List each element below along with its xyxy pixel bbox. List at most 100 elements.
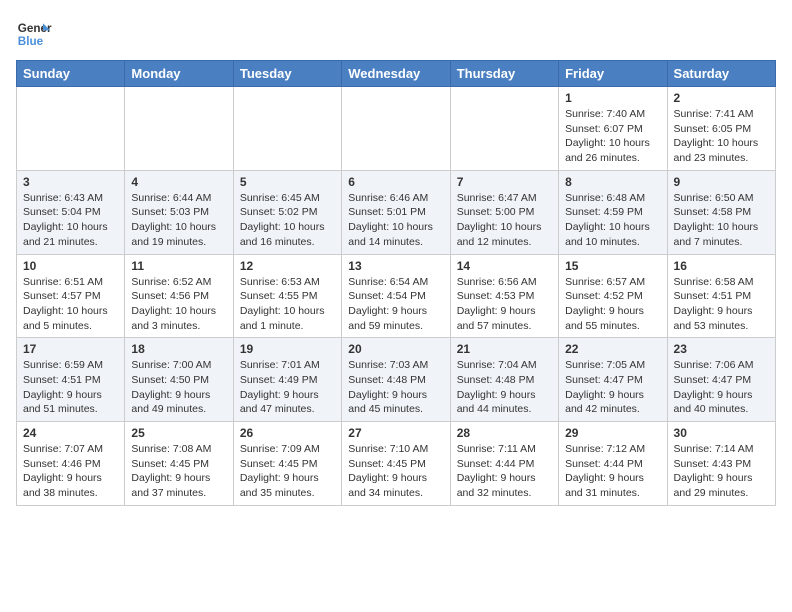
calendar-cell: 6 Sunrise: 6:46 AM Sunset: 5:01 PM Daylig… <box>342 170 450 254</box>
day-info: Sunrise: 7:03 AM Sunset: 4:48 PM Dayligh… <box>348 358 443 417</box>
calendar-cell: 19 Sunrise: 7:01 AM Sunset: 4:49 PM Dayli… <box>233 338 341 422</box>
day-header-wednesday: Wednesday <box>342 61 450 87</box>
day-number: 16 <box>674 259 769 273</box>
day-number: 20 <box>348 342 443 356</box>
calendar-week-2: 3 Sunrise: 6:43 AM Sunset: 5:04 PM Daylig… <box>17 170 776 254</box>
day-info: Sunrise: 7:12 AM Sunset: 4:44 PM Dayligh… <box>565 442 660 501</box>
calendar-cell <box>17 87 125 171</box>
calendar-cell: 5Sunrise: 6:45 AM Sunset: 5:02 PM Daylig… <box>233 170 341 254</box>
day-header-friday: Friday <box>559 61 667 87</box>
calendar-cell: 22Sunrise: 7:05 AM Sunset: 4:47 PM Dayli… <box>559 338 667 422</box>
calendar-cell: 12Sunrise: 6:53 AM Sunset: 4:55 PM Dayli… <box>233 254 341 338</box>
day-number: 25 <box>131 426 226 440</box>
day-info: Sunrise: 7:07 AM Sunset: 4:46 PM Dayligh… <box>23 442 118 501</box>
calendar-cell: 27Sunrise: 7:10 AM Sunset: 4:45 PM Dayli… <box>342 422 450 506</box>
calendar-cell: 4 Sunrise: 6:44 AM Sunset: 5:03 PM Daylig… <box>125 170 233 254</box>
day-info: Sunrise: 7:14 AM Sunset: 4:43 PM Dayligh… <box>674 442 769 501</box>
day-header-monday: Monday <box>125 61 233 87</box>
calendar-cell: 17 Sunrise: 6:59 AM Sunset: 4:51 PM Dayli… <box>17 338 125 422</box>
calendar-cell: 26Sunrise: 7:09 AM Sunset: 4:45 PM Dayli… <box>233 422 341 506</box>
day-number: 13 <box>348 259 443 273</box>
day-number: 21 <box>457 342 552 356</box>
calendar-cell: 25 Sunrise: 7:08 AM Sunset: 4:45 PM Dayli… <box>125 422 233 506</box>
calendar-week-1: 1 Sunrise: 7:40 AM Sunset: 6:07 PM Daylig… <box>17 87 776 171</box>
day-info: Sunrise: 6:44 AM Sunset: 5:03 PM Dayligh… <box>131 191 226 250</box>
day-info: Sunrise: 7:10 AM Sunset: 4:45 PM Dayligh… <box>348 442 443 501</box>
day-info: Sunrise: 7:06 AM Sunset: 4:47 PM Dayligh… <box>674 358 769 417</box>
calendar-cell: 7 Sunrise: 6:47 AM Sunset: 5:00 PM Daylig… <box>450 170 558 254</box>
calendar-cell: 16 Sunrise: 6:58 AM Sunset: 4:51 PM Dayli… <box>667 254 775 338</box>
day-number: 24 <box>23 426 118 440</box>
calendar-cell: 15 Sunrise: 6:57 AM Sunset: 4:52 PM Dayli… <box>559 254 667 338</box>
day-header-thursday: Thursday <box>450 61 558 87</box>
day-info: Sunrise: 6:53 AM Sunset: 4:55 PM Dayligh… <box>240 275 335 334</box>
day-header-sunday: Sunday <box>17 61 125 87</box>
calendar-week-3: 10 Sunrise: 6:51 AM Sunset: 4:57 PM Dayli… <box>17 254 776 338</box>
calendar-cell: 3 Sunrise: 6:43 AM Sunset: 5:04 PM Daylig… <box>17 170 125 254</box>
day-info: Sunrise: 6:56 AM Sunset: 4:53 PM Dayligh… <box>457 275 552 334</box>
day-info: Sunrise: 7:41 AM Sunset: 6:05 PM Dayligh… <box>674 107 769 166</box>
day-info: Sunrise: 6:52 AM Sunset: 4:56 PM Dayligh… <box>131 275 226 334</box>
calendar-cell: 23 Sunrise: 7:06 AM Sunset: 4:47 PM Dayli… <box>667 338 775 422</box>
day-number: 15 <box>565 259 660 273</box>
day-number: 10 <box>23 259 118 273</box>
calendar-week-5: 24 Sunrise: 7:07 AM Sunset: 4:46 PM Dayli… <box>17 422 776 506</box>
day-number: 19 <box>240 342 335 356</box>
day-number: 30 <box>674 426 769 440</box>
day-number: 11 <box>131 259 226 273</box>
calendar-cell: 20 Sunrise: 7:03 AM Sunset: 4:48 PM Dayli… <box>342 338 450 422</box>
calendar-cell: 8 Sunrise: 6:48 AM Sunset: 4:59 PM Daylig… <box>559 170 667 254</box>
day-info: Sunrise: 6:59 AM Sunset: 4:51 PM Dayligh… <box>23 358 118 417</box>
day-info: Sunrise: 6:54 AM Sunset: 4:54 PM Dayligh… <box>348 275 443 334</box>
calendar-cell <box>233 87 341 171</box>
day-info: Sunrise: 6:47 AM Sunset: 5:00 PM Dayligh… <box>457 191 552 250</box>
day-info: Sunrise: 6:48 AM Sunset: 4:59 PM Dayligh… <box>565 191 660 250</box>
day-info: Sunrise: 7:00 AM Sunset: 4:50 PM Dayligh… <box>131 358 226 417</box>
day-info: Sunrise: 7:01 AM Sunset: 4:49 PM Dayligh… <box>240 358 335 417</box>
calendar-cell: 10 Sunrise: 6:51 AM Sunset: 4:57 PM Dayli… <box>17 254 125 338</box>
calendar-cell: 9 Sunrise: 6:50 AM Sunset: 4:58 PM Daylig… <box>667 170 775 254</box>
day-header-saturday: Saturday <box>667 61 775 87</box>
day-number: 18 <box>131 342 226 356</box>
logo: General Blue <box>16 16 52 52</box>
day-info: Sunrise: 6:58 AM Sunset: 4:51 PM Dayligh… <box>674 275 769 334</box>
calendar-header-row: SundayMondayTuesdayWednesdayThursdayFrid… <box>17 61 776 87</box>
day-info: Sunrise: 6:57 AM Sunset: 4:52 PM Dayligh… <box>565 275 660 334</box>
day-number: 9 <box>674 175 769 189</box>
day-info: Sunrise: 6:43 AM Sunset: 5:04 PM Dayligh… <box>23 191 118 250</box>
calendar-cell <box>125 87 233 171</box>
calendar-cell: 29Sunrise: 7:12 AM Sunset: 4:44 PM Dayli… <box>559 422 667 506</box>
day-info: Sunrise: 7:11 AM Sunset: 4:44 PM Dayligh… <box>457 442 552 501</box>
day-number: 7 <box>457 175 552 189</box>
day-number: 3 <box>23 175 118 189</box>
day-number: 26 <box>240 426 335 440</box>
day-info: Sunrise: 6:50 AM Sunset: 4:58 PM Dayligh… <box>674 191 769 250</box>
logo-icon: General Blue <box>16 16 52 52</box>
day-info: Sunrise: 7:40 AM Sunset: 6:07 PM Dayligh… <box>565 107 660 166</box>
calendar-cell: 24 Sunrise: 7:07 AM Sunset: 4:46 PM Dayli… <box>17 422 125 506</box>
calendar-cell: 18 Sunrise: 7:00 AM Sunset: 4:50 PM Dayli… <box>125 338 233 422</box>
page-header: General Blue <box>16 16 776 52</box>
day-info: Sunrise: 6:46 AM Sunset: 5:01 PM Dayligh… <box>348 191 443 250</box>
day-number: 5 <box>240 175 335 189</box>
day-number: 28 <box>457 426 552 440</box>
day-number: 2 <box>674 91 769 105</box>
day-info: Sunrise: 7:04 AM Sunset: 4:48 PM Dayligh… <box>457 358 552 417</box>
day-number: 6 <box>348 175 443 189</box>
calendar-cell: 30 Sunrise: 7:14 AM Sunset: 4:43 PM Dayli… <box>667 422 775 506</box>
day-number: 1 <box>565 91 660 105</box>
calendar-cell: 13 Sunrise: 6:54 AM Sunset: 4:54 PM Dayli… <box>342 254 450 338</box>
day-number: 8 <box>565 175 660 189</box>
day-info: Sunrise: 6:51 AM Sunset: 4:57 PM Dayligh… <box>23 275 118 334</box>
svg-text:Blue: Blue <box>18 35 44 48</box>
calendar-cell <box>342 87 450 171</box>
day-number: 17 <box>23 342 118 356</box>
calendar-cell: 21 Sunrise: 7:04 AM Sunset: 4:48 PM Dayli… <box>450 338 558 422</box>
day-number: 4 <box>131 175 226 189</box>
day-number: 23 <box>674 342 769 356</box>
day-info: Sunrise: 7:08 AM Sunset: 4:45 PM Dayligh… <box>131 442 226 501</box>
calendar-cell: 14 Sunrise: 6:56 AM Sunset: 4:53 PM Dayli… <box>450 254 558 338</box>
day-number: 14 <box>457 259 552 273</box>
day-header-tuesday: Tuesday <box>233 61 341 87</box>
day-info: Sunrise: 7:05 AM Sunset: 4:47 PM Dayligh… <box>565 358 660 417</box>
